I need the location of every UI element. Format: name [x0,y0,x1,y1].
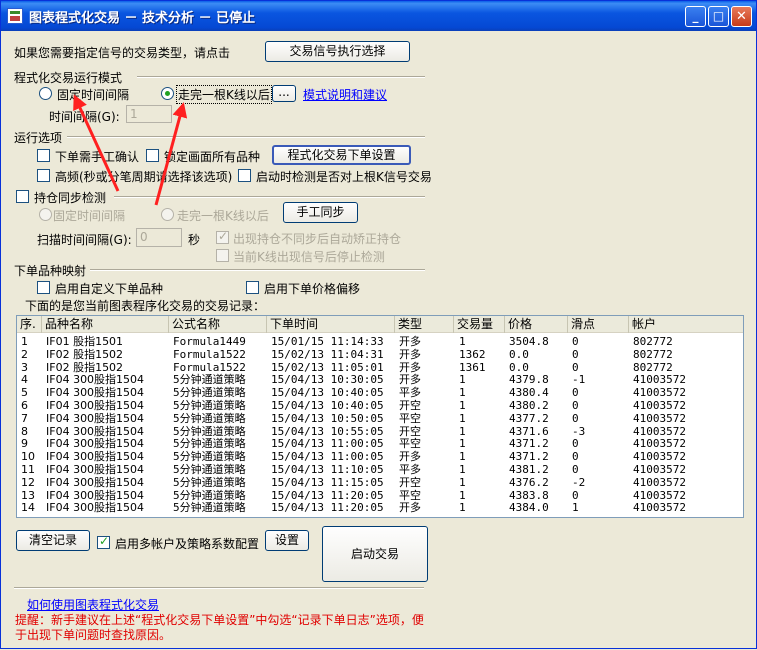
main-window: 图表程式化交易 － 技术分析 － 已停止 _ □ ✕ 如果您需要指定信号的交易类… [0,0,757,649]
arrow-to-kline-mode [154,102,188,206]
arrow-to-fixed-interval [73,94,120,192]
annotation-arrows [73,94,188,206]
